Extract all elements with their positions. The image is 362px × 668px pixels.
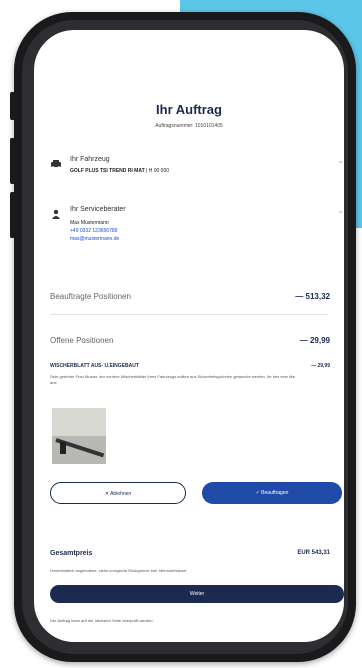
advisor-phone-link[interactable]: +49 0332 123656789 xyxy=(70,228,117,234)
chevron-down-icon[interactable]: ⌄ xyxy=(337,206,344,215)
volume-down-button xyxy=(10,192,16,238)
vehicle-label: Ihr Fahrzeug xyxy=(70,156,110,163)
mute-switch xyxy=(10,92,16,120)
vehicle-row[interactable]: Ihr Fahrzeug ⌄ GOLF PLUS TSI TREND RI MA… xyxy=(50,156,344,186)
open-positions-label: Offene Positionen xyxy=(50,336,114,345)
approved-positions-label: Beauftragte Positionen xyxy=(50,292,131,301)
phone-screen: Ihr Auftrag Auftragsnummer: 1010101405 I… xyxy=(34,30,344,642)
total-value: EUR 543,31 xyxy=(297,550,330,556)
continue-button[interactable]: Weiter xyxy=(50,585,344,603)
advisor-email-link[interactable]: max@mustermann.de xyxy=(70,236,119,242)
volume-up-button xyxy=(10,138,16,184)
item-description: Sehr geehrter Frau Muster, der vordere W… xyxy=(50,374,296,385)
open-positions-amount[interactable]: — 29,99 xyxy=(300,336,330,345)
total-label: Gesamtpreis xyxy=(50,550,93,557)
wiper-photo xyxy=(52,408,106,464)
advisor-label: Ihr Serviceberater xyxy=(70,206,126,213)
item-title: WISCHERBLATT AUS- U.EINGEBAUT xyxy=(50,363,139,369)
footer-note: Der Auftrag kann auf der nächsten Seite … xyxy=(50,618,154,623)
person-icon xyxy=(50,206,62,219)
decline-button[interactable]: ✕ Ablehnen xyxy=(50,482,186,504)
car-icon xyxy=(50,156,62,169)
order-header: Ihr Auftrag Auftragsnummer: 1010101405 xyxy=(34,102,344,129)
page-title: Ihr Auftrag xyxy=(156,102,222,117)
chevron-down-icon[interactable]: ⌄ xyxy=(337,156,344,165)
approved-positions-amount[interactable]: — 513,32 xyxy=(295,292,330,301)
item-price: — 29,99 xyxy=(311,363,330,369)
total-note: Unverbindlich angebotene, siehe korrigie… xyxy=(50,568,187,573)
order-number: Auftragsnummer: 1010101405 xyxy=(155,123,223,129)
approve-button[interactable]: ✓ Beauftragen xyxy=(202,482,342,504)
advisor-name: Max Mustermann xyxy=(70,220,109,226)
divider xyxy=(50,314,328,315)
vehicle-model: GOLF PLUS TSI TREND RI MAT | H 00 000 xyxy=(70,168,170,174)
advisor-row[interactable]: Ihr Serviceberater ⌄ Max Mustermann +49 … xyxy=(50,206,344,258)
